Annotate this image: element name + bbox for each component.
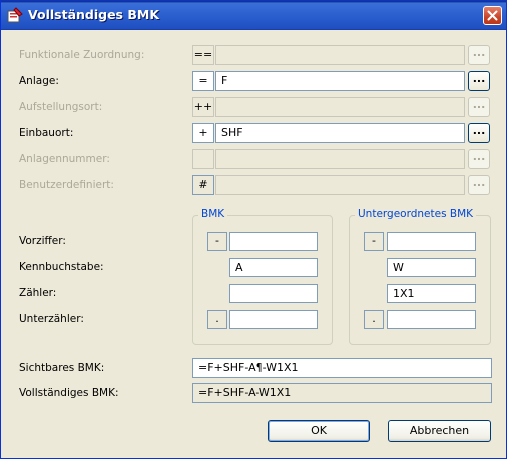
title-bar[interactable]: Vollständiges BMK bbox=[1, 1, 506, 30]
close-icon bbox=[487, 10, 498, 21]
bmk-vorziffer-field[interactable] bbox=[229, 232, 318, 251]
field-anlage[interactable]: F bbox=[215, 71, 465, 91]
prefix-benutzerdefiniert: # bbox=[192, 175, 214, 195]
label-aufstellungsort: Aufstellungsort: bbox=[19, 101, 103, 113]
bmk-zaehler-field[interactable] bbox=[229, 284, 318, 303]
sub-kennbuchstabe-field[interactable]: W bbox=[387, 258, 476, 277]
browse-button-anlagennummer: ... bbox=[468, 149, 490, 169]
group-untergeordnetes-bmk-title: Untergeordnetes BMK bbox=[355, 208, 477, 220]
label-funktionale-zuordnung: Funktionale Zuordnung: bbox=[19, 49, 145, 61]
browse-button-anlage[interactable]: ... bbox=[468, 71, 490, 91]
sub-unterzaehler-prefix: . bbox=[364, 310, 384, 329]
close-button[interactable] bbox=[483, 6, 502, 25]
field-benutzerdefiniert bbox=[215, 175, 465, 195]
vollstaendiges-bmk-field: =F+SHF-A-W1X1 bbox=[192, 383, 492, 403]
sub-zaehler-field[interactable]: 1X1 bbox=[387, 284, 476, 303]
prefix-aufstellungsort: ++ bbox=[192, 97, 214, 117]
label-vorziffer: Vorziffer: bbox=[19, 235, 66, 247]
label-kennbuchstabe: Kennbuchstabe: bbox=[19, 261, 104, 273]
prefix-anlage: = bbox=[192, 71, 214, 91]
ok-button[interactable]: OK bbox=[268, 420, 370, 442]
label-vollstaendiges-bmk: Vollständiges BMK: bbox=[19, 387, 119, 399]
label-unterzaehler: Unterzähler: bbox=[19, 313, 84, 325]
field-funktionale-zuordnung bbox=[215, 45, 465, 65]
prefix-anlagennummer bbox=[192, 149, 214, 169]
sub-vorziffer-field[interactable] bbox=[387, 232, 476, 251]
bmk-unterzaehler-field[interactable] bbox=[229, 310, 318, 329]
browse-button-funktionale-zuordnung: ... bbox=[468, 45, 490, 65]
bmk-vorziffer-prefix: - bbox=[207, 232, 227, 251]
prefix-funktionale-zuordnung: == bbox=[192, 45, 214, 65]
cancel-button[interactable]: Abbrechen bbox=[388, 420, 491, 442]
sichtbares-bmk-field[interactable]: =F+SHF-A¶-W1X1 bbox=[192, 358, 492, 378]
sub-vorziffer-prefix: - bbox=[364, 232, 384, 251]
bmk-unterzaehler-prefix: . bbox=[207, 310, 227, 329]
window-title: Vollständiges BMK bbox=[28, 7, 159, 22]
label-anlagennummer: Anlagennummer: bbox=[19, 153, 110, 165]
dialog-window: Vollständiges BMK Funktionale Zuordnung:… bbox=[0, 0, 507, 459]
field-anlagennummer bbox=[215, 149, 465, 169]
field-aufstellungsort bbox=[215, 97, 465, 117]
field-einbauort[interactable]: SHF bbox=[215, 123, 465, 143]
label-sichtbares-bmk: Sichtbares BMK: bbox=[19, 362, 105, 374]
bmk-kennbuchstabe-field[interactable]: A bbox=[229, 258, 318, 277]
browse-button-benutzerdefiniert: ... bbox=[468, 175, 490, 195]
browse-button-aufstellungsort: ... bbox=[468, 97, 490, 117]
browse-button-einbauort[interactable]: ... bbox=[468, 123, 490, 143]
prefix-einbauort: + bbox=[192, 123, 214, 143]
sub-unterzaehler-field[interactable] bbox=[387, 310, 476, 329]
group-bmk-title: BMK bbox=[198, 208, 228, 220]
label-einbauort: Einbauort: bbox=[19, 127, 74, 139]
app-icon bbox=[7, 7, 23, 23]
label-zaehler: Zähler: bbox=[19, 287, 57, 299]
label-benutzerdefiniert: Benutzerdefiniert: bbox=[19, 179, 114, 191]
label-anlage: Anlage: bbox=[19, 75, 59, 87]
